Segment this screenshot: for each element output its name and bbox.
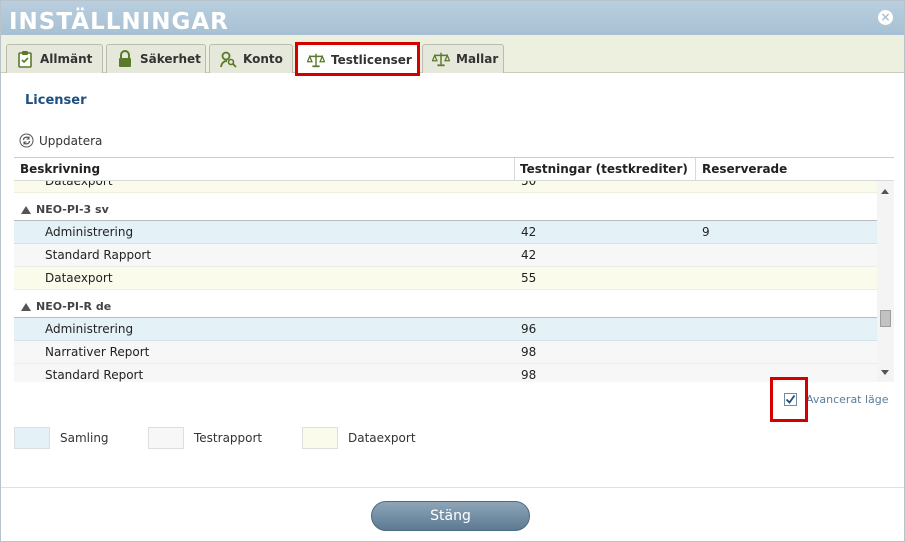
- table-row[interactable]: Dataexport 55: [14, 267, 877, 290]
- tab-label: Allmänt: [40, 52, 93, 66]
- cell-tests: 50: [521, 181, 537, 188]
- refresh-button[interactable]: Uppdatera: [19, 133, 102, 148]
- close-icon[interactable]: ×: [878, 10, 893, 25]
- cell-description: Narrativer Report: [45, 345, 150, 359]
- refresh-label: Uppdatera: [39, 133, 103, 148]
- grid-rows: Dataexport 50 NEO-PI-3 sv Administrering 42 9…: [14, 181, 877, 382]
- cell-tests: 42: [521, 248, 537, 262]
- grid-scrollbar[interactable]: [877, 181, 894, 382]
- dialog-title: INSTÄLLNINGAR: [9, 9, 229, 35]
- cell-description: Administrering: [45, 225, 134, 239]
- tab-label: Mallar: [456, 52, 499, 66]
- license-grid: Beskrivning Testningar (testkrediter) Re…: [14, 157, 894, 382]
- scroll-down-arrow-icon[interactable]: [881, 370, 889, 375]
- table-row[interactable]: Narrativer Report 98: [14, 341, 877, 364]
- legend-swatch: [148, 427, 184, 449]
- settings-dialog: INSTÄLLNINGAR × Allmänt Säkerhet Konto T…: [0, 0, 905, 542]
- group-label: NEO-PI-3 sv: [21, 203, 109, 216]
- group-name: NEO-PI-3 sv: [36, 203, 109, 216]
- footer-divider: [1, 487, 904, 488]
- cell-description: Dataexport: [45, 271, 113, 285]
- cell-tests: 55: [521, 271, 537, 285]
- advanced-mode-label[interactable]: Avancerat läge: [806, 393, 889, 406]
- title-bar: INSTÄLLNINGAR ×: [1, 1, 904, 35]
- group-header[interactable]: NEO-PI-R de: [14, 290, 877, 318]
- tab-konto[interactable]: Konto: [209, 44, 293, 73]
- tab-allmant[interactable]: Allmänt: [6, 44, 103, 73]
- tab-mallar[interactable]: Mallar: [422, 44, 504, 73]
- tab-label: Konto: [243, 52, 283, 66]
- legend-swatch: [302, 427, 338, 449]
- scroll-thumb[interactable]: [880, 310, 891, 327]
- close-button[interactable]: Stäng: [371, 501, 530, 531]
- column-header-reserved[interactable]: Reserverade: [696, 158, 787, 181]
- lock-icon: [116, 50, 134, 68]
- cell-description: Administrering: [45, 322, 134, 336]
- grid-header: Beskrivning Testningar (testkrediter) Re…: [14, 158, 894, 181]
- table-row[interactable]: Dataexport 50: [14, 181, 877, 193]
- legend-label: Samling: [60, 431, 109, 445]
- cell-description: Dataexport: [45, 181, 113, 188]
- tab-sakerhet[interactable]: Säkerhet: [106, 44, 206, 73]
- tab-bar: Allmänt Säkerhet Konto Testlicenser Mall…: [1, 35, 904, 74]
- clipboard-icon: [16, 50, 34, 68]
- legend-testrapport: Testrapport: [148, 427, 262, 449]
- highlight-tab-box: [295, 42, 420, 76]
- cell-tests: 96: [521, 322, 537, 336]
- cell-tests: 98: [521, 345, 537, 359]
- highlight-checkbox-box: [770, 377, 808, 422]
- legend-label: Dataexport: [348, 431, 416, 445]
- cell-tests: 98: [521, 368, 537, 382]
- table-row[interactable]: Administrering 42 9: [14, 221, 877, 244]
- collapse-triangle-icon[interactable]: [21, 205, 31, 214]
- section-title: Licenser: [25, 93, 87, 108]
- cell-description: Standard Report: [45, 368, 144, 382]
- cell-reserved: 9: [702, 225, 710, 239]
- group-label: NEO-PI-R de: [21, 300, 111, 313]
- table-row[interactable]: Administrering 96: [14, 318, 877, 341]
- group-header[interactable]: NEO-PI-3 sv: [14, 193, 877, 221]
- tab-label: Säkerhet: [140, 52, 201, 66]
- user-search-icon: [219, 50, 237, 68]
- table-row[interactable]: Standard Report 98: [14, 364, 877, 382]
- scale-icon: [432, 50, 450, 68]
- legend-dataexport: Dataexport: [302, 427, 416, 449]
- collapse-triangle-icon[interactable]: [21, 302, 31, 311]
- scroll-up-arrow-icon[interactable]: [881, 189, 889, 194]
- cell-description: Standard Rapport: [45, 248, 152, 262]
- legend-swatch: [14, 427, 50, 449]
- refresh-icon: [19, 133, 34, 148]
- table-row[interactable]: Standard Rapport 42: [14, 244, 877, 267]
- cell-tests: 42: [521, 225, 537, 239]
- column-header-tests[interactable]: Testningar (testkrediter): [514, 158, 688, 181]
- column-header-description[interactable]: Beskrivning: [14, 158, 100, 181]
- legend-samling: Samling: [14, 427, 109, 449]
- group-name: NEO-PI-R de: [36, 300, 112, 313]
- legend-label: Testrapport: [194, 431, 263, 445]
